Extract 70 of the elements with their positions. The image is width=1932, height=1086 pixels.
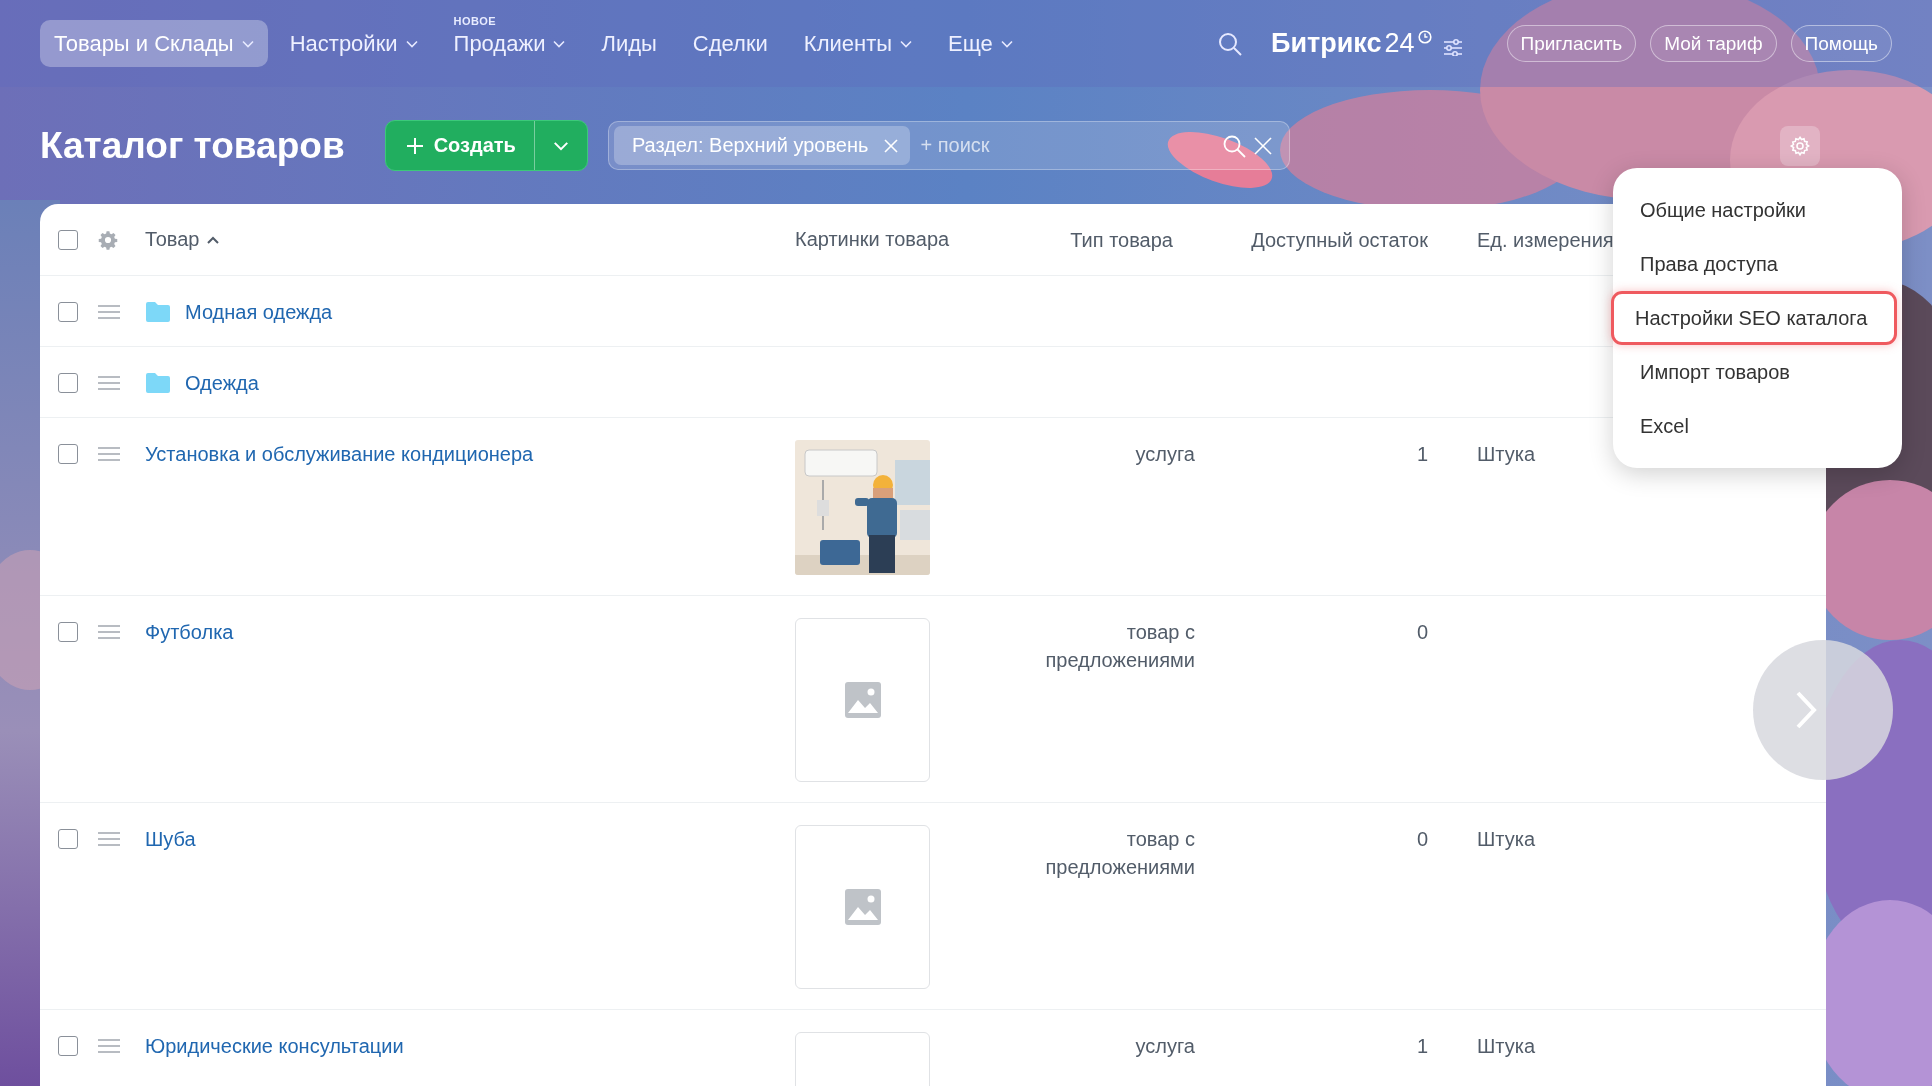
product-link[interactable]: Модная одежда xyxy=(185,300,333,324)
chevron-right-icon[interactable] xyxy=(1795,690,1817,730)
menu-item[interactable]: Настройки SEO каталога xyxy=(1611,291,1897,345)
image-icon xyxy=(844,682,881,718)
table-cell-text: Штука xyxy=(1477,442,1536,467)
folder-icon xyxy=(145,301,171,323)
table-cell-text: услуга xyxy=(1134,442,1195,467)
column-header[interactable]: Картинки товара xyxy=(795,228,950,250)
page-title: Каталог товаров xyxy=(40,124,345,167)
table-cell-text: Штука xyxy=(1477,827,1536,852)
product-link[interactable]: Шуба xyxy=(145,827,196,851)
search-icon[interactable] xyxy=(1216,30,1243,57)
product-link[interactable]: Одежда xyxy=(185,371,259,395)
plus-icon xyxy=(405,136,424,155)
logo-number: 24 xyxy=(1384,28,1415,59)
table-cell-text: 1 xyxy=(1415,442,1428,467)
table-cell-text: Штука xyxy=(1477,1034,1536,1059)
nav-tab[interactable]: Еще xyxy=(934,20,1027,67)
clock-icon xyxy=(1417,30,1432,44)
sliders-icon[interactable] xyxy=(1442,38,1463,56)
product-link[interactable]: Установка и обслуживание кондиционера xyxy=(145,442,534,466)
checkbox[interactable] xyxy=(58,229,78,250)
folder-icon xyxy=(145,372,171,394)
nav-tab[interactable]: Сделки xyxy=(678,20,782,67)
image-placeholder[interactable] xyxy=(795,618,930,782)
column-header[interactable]: Ед. измерения xyxy=(1477,228,1614,251)
product-link[interactable]: Футболка xyxy=(145,620,234,644)
header-button[interactable]: Пригласить xyxy=(1506,25,1637,62)
nav-tab[interactable]: Клиенты xyxy=(789,20,927,67)
column-header[interactable]: Товар xyxy=(145,228,200,251)
menu-item[interactable]: Права доступа xyxy=(1613,237,1897,291)
gear-icon[interactable] xyxy=(98,229,118,250)
image-icon xyxy=(844,889,881,925)
logo-text: Битрикс xyxy=(1270,28,1382,59)
checkbox[interactable] xyxy=(58,444,78,464)
drag-handle-icon[interactable] xyxy=(98,1038,120,1054)
checkbox[interactable] xyxy=(58,302,78,322)
column-header[interactable]: Тип товара xyxy=(1070,228,1173,251)
drag-handle-icon[interactable] xyxy=(98,624,120,640)
table-cell-text: услуга xyxy=(1134,1034,1195,1059)
header-button[interactable]: Помощь xyxy=(1790,25,1892,62)
checkbox[interactable] xyxy=(58,622,78,642)
menu-item[interactable]: Импорт товаров xyxy=(1613,345,1897,399)
checkbox[interactable] xyxy=(58,829,78,849)
checkbox[interactable] xyxy=(58,1036,78,1056)
menu-item[interactable]: Общие настройки xyxy=(1613,183,1897,237)
nav-tab[interactable]: Настройки xyxy=(275,20,432,67)
new-label: НОВОЕ xyxy=(453,15,497,27)
settings-icon[interactable] xyxy=(1789,134,1811,157)
image-placeholder[interactable] xyxy=(795,825,930,989)
table-cell-text: товар с предложениями xyxy=(1044,827,1195,880)
column-header[interactable]: Доступный остаток xyxy=(1251,228,1428,251)
product-link[interactable]: Юридические консультации xyxy=(145,1034,404,1058)
table-cell-text: 1 xyxy=(1415,1034,1428,1059)
checkbox[interactable] xyxy=(58,373,78,393)
header-button[interactable]: Мой тариф xyxy=(1650,25,1777,62)
table-cell-text: 0 xyxy=(1415,827,1428,852)
drag-handle-icon[interactable] xyxy=(98,446,120,462)
close-icon[interactable] xyxy=(1253,136,1272,155)
chevron-down-icon xyxy=(552,140,569,151)
drag-handle-icon[interactable] xyxy=(98,831,120,847)
search-icon[interactable] xyxy=(1221,133,1246,158)
table-cell-text: 0 xyxy=(1415,620,1428,645)
menu-item[interactable]: Excel xyxy=(1613,399,1897,453)
nav-tab[interactable]: Лиды xyxy=(587,20,671,67)
drag-handle-icon[interactable] xyxy=(98,375,120,391)
drag-handle-icon[interactable] xyxy=(98,304,120,320)
table-cell-text: товар с предложениями xyxy=(1044,620,1195,673)
settings-button[interactable] xyxy=(1780,125,1820,166)
close-icon[interactable] xyxy=(884,138,899,153)
